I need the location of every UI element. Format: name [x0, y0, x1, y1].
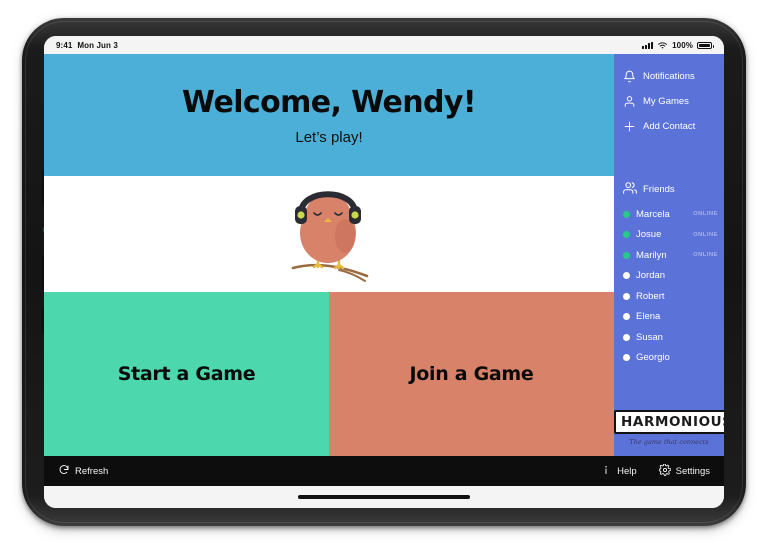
- action-buttons-row: Start a Game Join a Game: [44, 292, 614, 456]
- list-item[interactable]: Susan: [623, 327, 724, 348]
- welcome-header: Welcome, Wendy! Let’s play!: [44, 54, 614, 176]
- status-badge: ONLINE: [693, 252, 718, 259]
- settings-button[interactable]: Settings: [658, 463, 710, 479]
- refresh-icon: [58, 464, 70, 479]
- gear-icon: [658, 463, 672, 479]
- status-dot-online: [623, 251, 630, 259]
- list-item[interactable]: Jordan: [623, 266, 724, 287]
- friend-name: Marilyn: [636, 249, 667, 261]
- start-a-game-label: Start a Game: [117, 363, 256, 385]
- bottom-toolbar: Refresh Help Settings: [44, 456, 724, 486]
- mascot-band: [44, 176, 614, 292]
- page-subtitle: Let’s play!: [295, 128, 363, 146]
- list-item[interactable]: Elena: [623, 307, 724, 328]
- toolbar-right-group: Help Settings: [600, 463, 710, 479]
- status-dot-offline: [623, 354, 630, 362]
- tablet-screen: 9:41 Mon Jun 3 100% Welcome, Wendy! Let’…: [44, 36, 724, 508]
- friend-name: Marcela: [636, 208, 670, 220]
- cellular-signal-icon: [642, 41, 654, 49]
- status-dot-online: [623, 231, 630, 239]
- status-bar-time: 9:41: [56, 40, 73, 50]
- friends-section-label: Friends: [643, 184, 675, 195]
- brand-logo: HARMONIOUS The game that connects: [614, 410, 724, 456]
- wifi-icon: [658, 41, 668, 48]
- bell-icon: [623, 70, 636, 83]
- user-icon: [623, 95, 636, 108]
- status-dot-offline: [623, 292, 630, 300]
- right-sidebar: Notifications My Games Add Contact Frien…: [614, 54, 724, 456]
- join-a-game-label: Join a Game: [409, 363, 534, 385]
- list-item[interactable]: Robert: [623, 286, 724, 307]
- sidebar-item-add-contact-label: Add Contact: [643, 121, 696, 132]
- friends-list: Marcela ONLINE Josue ONLINE Marilyn ONLI…: [614, 204, 724, 368]
- help-label: Help: [617, 465, 637, 477]
- sidebar-item-notifications-label: Notifications: [643, 71, 695, 82]
- help-button[interactable]: Help: [600, 464, 637, 479]
- start-a-game-button[interactable]: Start a Game: [44, 292, 329, 456]
- status-badge: ONLINE: [693, 231, 718, 238]
- sidebar-item-add-contact[interactable]: Add Contact: [623, 114, 724, 139]
- friends-section-header: Friends: [614, 181, 724, 198]
- friend-name: Jordan: [636, 270, 666, 282]
- list-item[interactable]: Georgio: [623, 348, 724, 369]
- refresh-label: Refresh: [75, 465, 109, 477]
- list-item[interactable]: Marcela ONLINE: [623, 204, 724, 225]
- friend-name: Robert: [636, 290, 665, 302]
- list-item[interactable]: Josue ONLINE: [623, 225, 724, 246]
- friend-name: Georgio: [636, 352, 670, 364]
- plus-icon: [623, 120, 636, 133]
- status-dot-offline: [623, 313, 630, 321]
- status-bar: 9:41 Mon Jun 3 100%: [44, 36, 724, 54]
- info-icon: [600, 464, 612, 479]
- sidebar-nav: Notifications My Games Add Contact: [614, 64, 724, 139]
- battery-icon: [697, 41, 714, 49]
- status-bar-left: 9:41 Mon Jun 3: [56, 41, 118, 50]
- friend-name: Josue: [636, 229, 662, 241]
- settings-label: Settings: [675, 465, 710, 477]
- status-bar-right: 100%: [642, 40, 714, 50]
- sidebar-item-notifications[interactable]: Notifications: [623, 64, 724, 89]
- friend-name: Elena: [636, 311, 661, 323]
- friend-name: Susan: [636, 331, 663, 343]
- list-item[interactable]: Marilyn ONLINE: [623, 245, 724, 266]
- brand-name: HARMONIOUS: [614, 410, 724, 434]
- brand-tagline: The game that connects: [629, 438, 709, 446]
- group-icon: [623, 181, 637, 198]
- refresh-button[interactable]: Refresh: [58, 464, 108, 479]
- app-body: Welcome, Wendy! Let’s play! Start a Game…: [44, 54, 724, 456]
- toolbar-left-group: Refresh: [58, 464, 108, 479]
- main-content: Welcome, Wendy! Let’s play! Start a Game…: [44, 54, 614, 456]
- join-a-game-button[interactable]: Join a Game: [329, 292, 614, 456]
- status-dot-online: [623, 210, 630, 218]
- status-badge: ONLINE: [693, 211, 718, 218]
- home-indicator-area: [44, 486, 724, 508]
- sidebar-item-my-games-label: My Games: [643, 96, 689, 107]
- battery-percent-label: 100%: [672, 40, 693, 50]
- status-dot-offline: [623, 272, 630, 280]
- bird-with-headphones-illustration: [291, 191, 369, 282]
- sidebar-item-my-games[interactable]: My Games: [623, 89, 724, 114]
- home-indicator[interactable]: [298, 495, 470, 499]
- status-bar-date: Mon Jun 3: [77, 40, 118, 50]
- status-dot-offline: [623, 333, 630, 341]
- page-title: Welcome, Wendy!: [182, 84, 477, 120]
- screenshot-root: 9:41 Mon Jun 3 100% Welcome, Wendy! Let’…: [0, 0, 768, 560]
